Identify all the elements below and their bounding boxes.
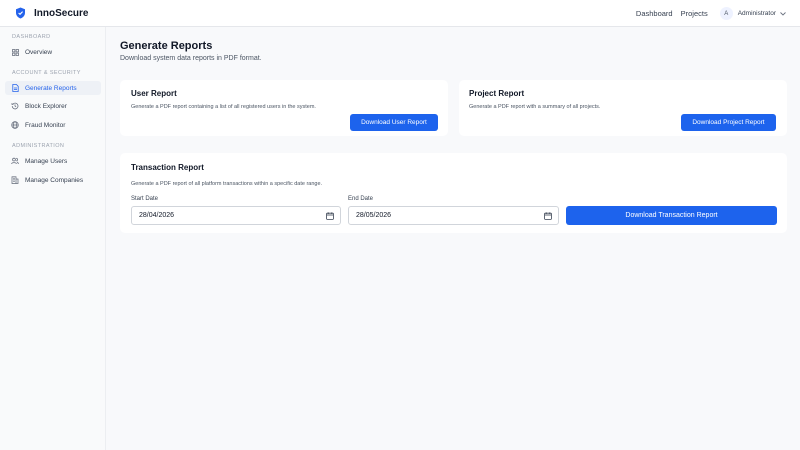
sidebar-item-manage-companies[interactable]: Manage Companies	[5, 173, 101, 187]
user-name: Administrator	[737, 10, 776, 17]
sidebar-item-manage-users[interactable]: Manage Users	[5, 154, 101, 168]
avatar: A	[719, 7, 733, 20]
sidebar-section-account-security: ACCOUNT & SECURITY	[12, 70, 81, 76]
grid-icon	[11, 48, 19, 56]
download-transaction-report-button[interactable]: Download Transaction Report	[566, 206, 777, 225]
top-bar: InnoSecure Dashboard Projects A Administ…	[0, 0, 800, 27]
calendar-icon[interactable]	[544, 212, 552, 220]
project-report-card: Project Report Generate a PDF report wit…	[459, 80, 787, 136]
sidebar-item-label: Fraud Monitor	[25, 121, 66, 129]
page-title: Generate Reports	[120, 40, 213, 52]
sidebar-item-fraud-monitor[interactable]: Fraud Monitor	[5, 118, 101, 132]
sidebar-item-label: Overview	[25, 48, 53, 56]
sidebar-item-label: Manage Users	[25, 157, 68, 165]
end-date-label: End Date	[348, 196, 374, 202]
users-icon	[11, 157, 19, 165]
sidebar-item-label: Block Explorer	[25, 102, 67, 110]
sidebar-section-dashboard: DASHBOARD	[12, 34, 51, 40]
history-icon	[11, 102, 19, 110]
nav-link-dashboard[interactable]: Dashboard	[636, 9, 673, 18]
user-menu[interactable]: A Administrator	[719, 7, 786, 20]
project-report-description: Generate a PDF report with a summary of …	[469, 104, 601, 110]
download-user-report-button[interactable]: Download User Report	[350, 114, 438, 131]
start-date-label: Start Date	[131, 196, 159, 202]
sidebar-section-administration: ADMINISTRATION	[12, 143, 65, 149]
user-report-description: Generate a PDF report containing a list …	[131, 104, 316, 110]
start-date-value: 28/04/2026	[139, 212, 175, 219]
sidebar: DASHBOARD Overview ACCOUNT & SECURITY Ge…	[0, 27, 106, 450]
shield-logo-icon	[14, 7, 27, 20]
end-date-value: 28/05/2026	[356, 212, 392, 219]
transaction-report-title: Transaction Report	[131, 163, 204, 172]
sidebar-item-generate-reports[interactable]: Generate Reports	[5, 81, 101, 95]
download-project-report-button[interactable]: Download Project Report	[681, 114, 776, 131]
user-report-title: User Report	[131, 89, 177, 98]
top-nav: Dashboard Projects A Administrator	[636, 0, 786, 27]
transaction-report-card: Transaction Report Generate a PDF report…	[120, 153, 787, 233]
end-date-input[interactable]: 28/05/2026	[348, 206, 559, 225]
chevron-down-icon	[780, 11, 786, 16]
user-report-card: User Report Generate a PDF report contai…	[120, 80, 448, 136]
sidebar-item-block-explorer[interactable]: Block Explorer	[5, 99, 101, 113]
sidebar-item-label: Manage Companies	[25, 176, 84, 184]
document-icon	[11, 84, 19, 92]
nav-link-projects[interactable]: Projects	[681, 9, 708, 18]
start-date-input[interactable]: 28/04/2026	[131, 206, 341, 225]
transaction-report-description: Generate a PDF report of all platform tr…	[131, 181, 323, 187]
page-subtitle: Download system data reports in PDF form…	[120, 55, 262, 62]
sidebar-item-overview[interactable]: Overview	[5, 45, 101, 59]
brand[interactable]: InnoSecure	[14, 7, 88, 20]
brand-name: InnoSecure	[34, 7, 89, 19]
building-icon	[11, 176, 19, 184]
sidebar-item-label: Generate Reports	[25, 84, 77, 92]
project-report-title: Project Report	[469, 89, 525, 98]
globe-icon	[11, 121, 19, 129]
calendar-icon[interactable]	[326, 212, 334, 220]
